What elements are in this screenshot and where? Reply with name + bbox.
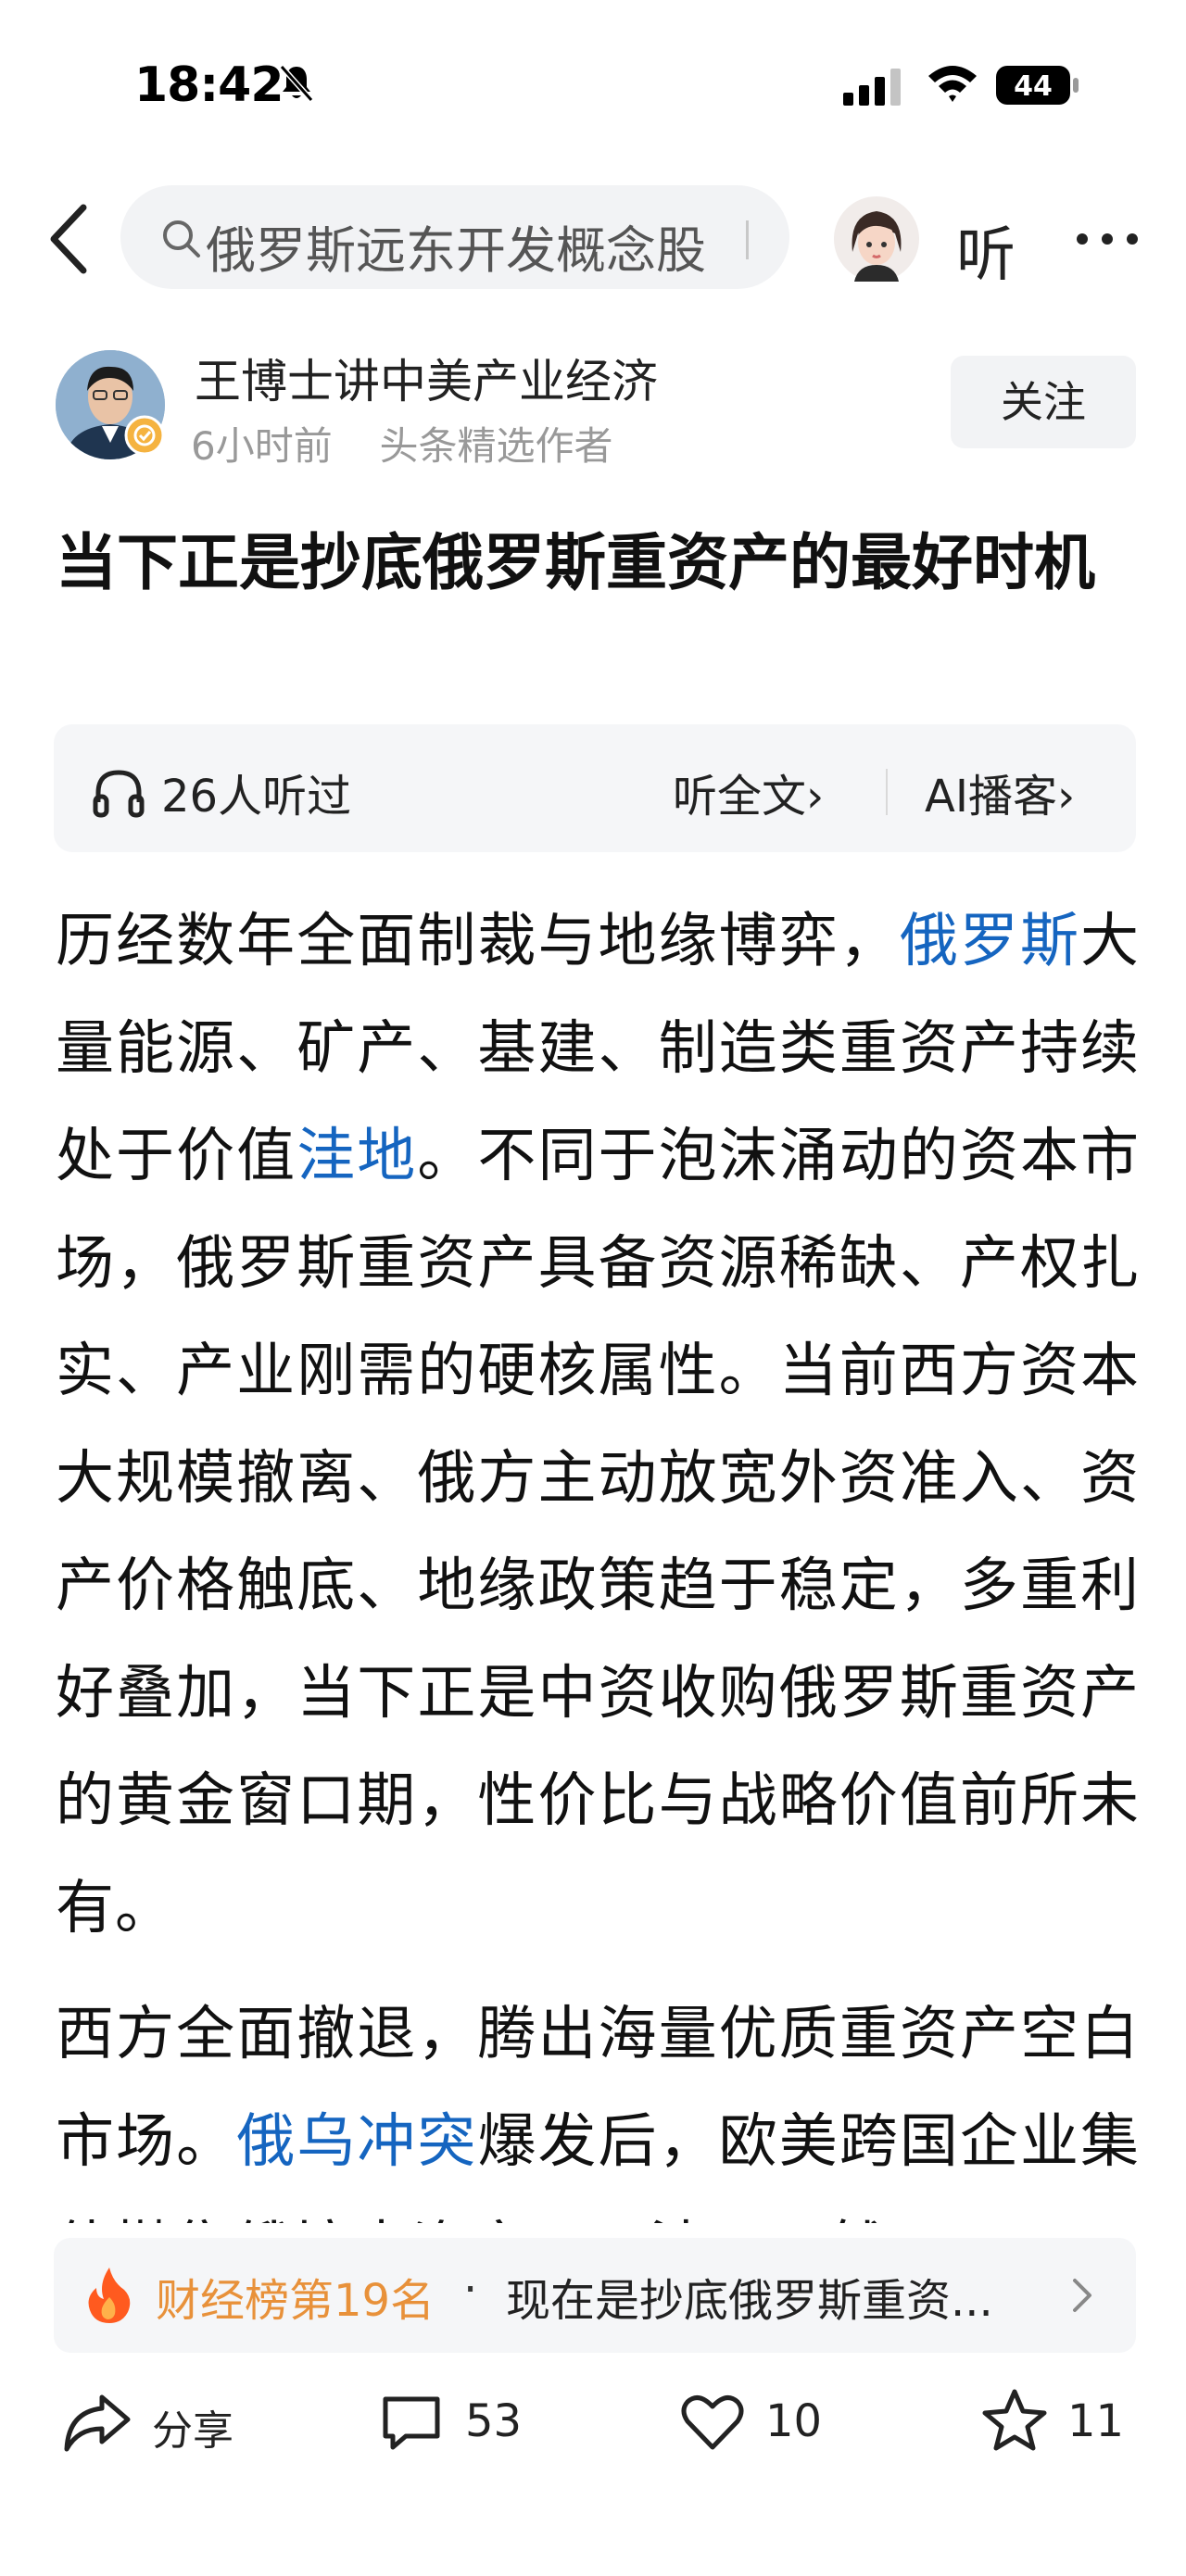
chevron-right-icon (1073, 2279, 1091, 2312)
comment-icon[interactable] (380, 2394, 443, 2453)
headphones-icon (93, 770, 145, 818)
paragraph-1: 历经数年全面制裁与地缘博弈，俄罗斯大量能源、矿产、基建、制造类重资产持续处于价值… (56, 887, 1140, 1962)
star-icon[interactable] (982, 2388, 1047, 2453)
listen-button[interactable]: 听 (956, 207, 1016, 293)
listen-full-text-button[interactable]: 听全文› (673, 760, 824, 824)
text-run: 。不同于泡沫涌动的资本市场，俄罗斯重资产具备资源稀缺、产权扎实、产业刚需的硬核属… (56, 1122, 1140, 1941)
text-run: 历经数年全面制裁与地缘博弈， (56, 907, 900, 974)
battery-icon: 44 (996, 66, 1079, 105)
share-button[interactable]: 分享 (152, 2397, 233, 2457)
rank-headline: 现在是抄底俄罗斯重资... (506, 2275, 993, 2327)
battery-level: 44 (1014, 70, 1053, 103)
mute-bell-icon (279, 65, 314, 102)
paragraph-2: 西方全面撤退，腾出海量优质重资产空白市场。俄乌冲突爆发后，欧美跨国企业集体抛售俄… (56, 1980, 1140, 2223)
cellular-signal-icon (843, 69, 901, 106)
flame-icon (88, 2268, 131, 2323)
verified-badge-icon (124, 415, 165, 456)
rank-label: 财经榜第19名 (156, 2275, 435, 2327)
ai-podcast-button[interactable]: AI播客› (925, 760, 1075, 824)
back-arrow-icon[interactable] (46, 202, 93, 276)
link-russia[interactable]: 俄罗斯 (900, 907, 1080, 974)
link-depression[interactable]: 洼地 (296, 1122, 417, 1189)
follow-button[interactable]: 关注 (951, 356, 1136, 448)
heart-icon[interactable] (680, 2392, 745, 2451)
search-query: 俄罗斯远东开发概念股 (206, 221, 706, 280)
share-icon[interactable] (63, 2392, 132, 2453)
assistant-avatar-icon[interactable] (834, 196, 919, 282)
like-count[interactable]: 10 (765, 2395, 822, 2447)
audio-divider (886, 769, 888, 815)
link-russia-ukraine-conflict[interactable]: 俄乌冲突 (236, 2107, 477, 2175)
listener-count: 26人听过 (161, 771, 352, 823)
search-icon (163, 220, 200, 258)
status-time: 18:42 (134, 57, 284, 113)
more-options-icon[interactable] (1075, 232, 1140, 246)
wifi-icon (928, 66, 977, 102)
favorite-count[interactable]: 11 (1067, 2395, 1124, 2447)
author-name[interactable]: 王博士讲中美产业经济 (195, 345, 658, 411)
comment-count[interactable]: 53 (465, 2395, 522, 2447)
article-title: 当下正是抄底俄罗斯重资产的最好时机 (56, 527, 1095, 598)
author-meta: 6小时前 头条精选作者 (191, 415, 612, 471)
article-body: 历经数年全面制裁与地缘博弈，俄罗斯大量能源、矿产、基建、制造类重资产持续处于价值… (56, 887, 1140, 2223)
post-time: 6小时前 (191, 423, 333, 469)
author-tag: 头条精选作者 (379, 423, 613, 469)
rank-separator: · (463, 2264, 478, 2316)
search-caret (746, 220, 749, 259)
